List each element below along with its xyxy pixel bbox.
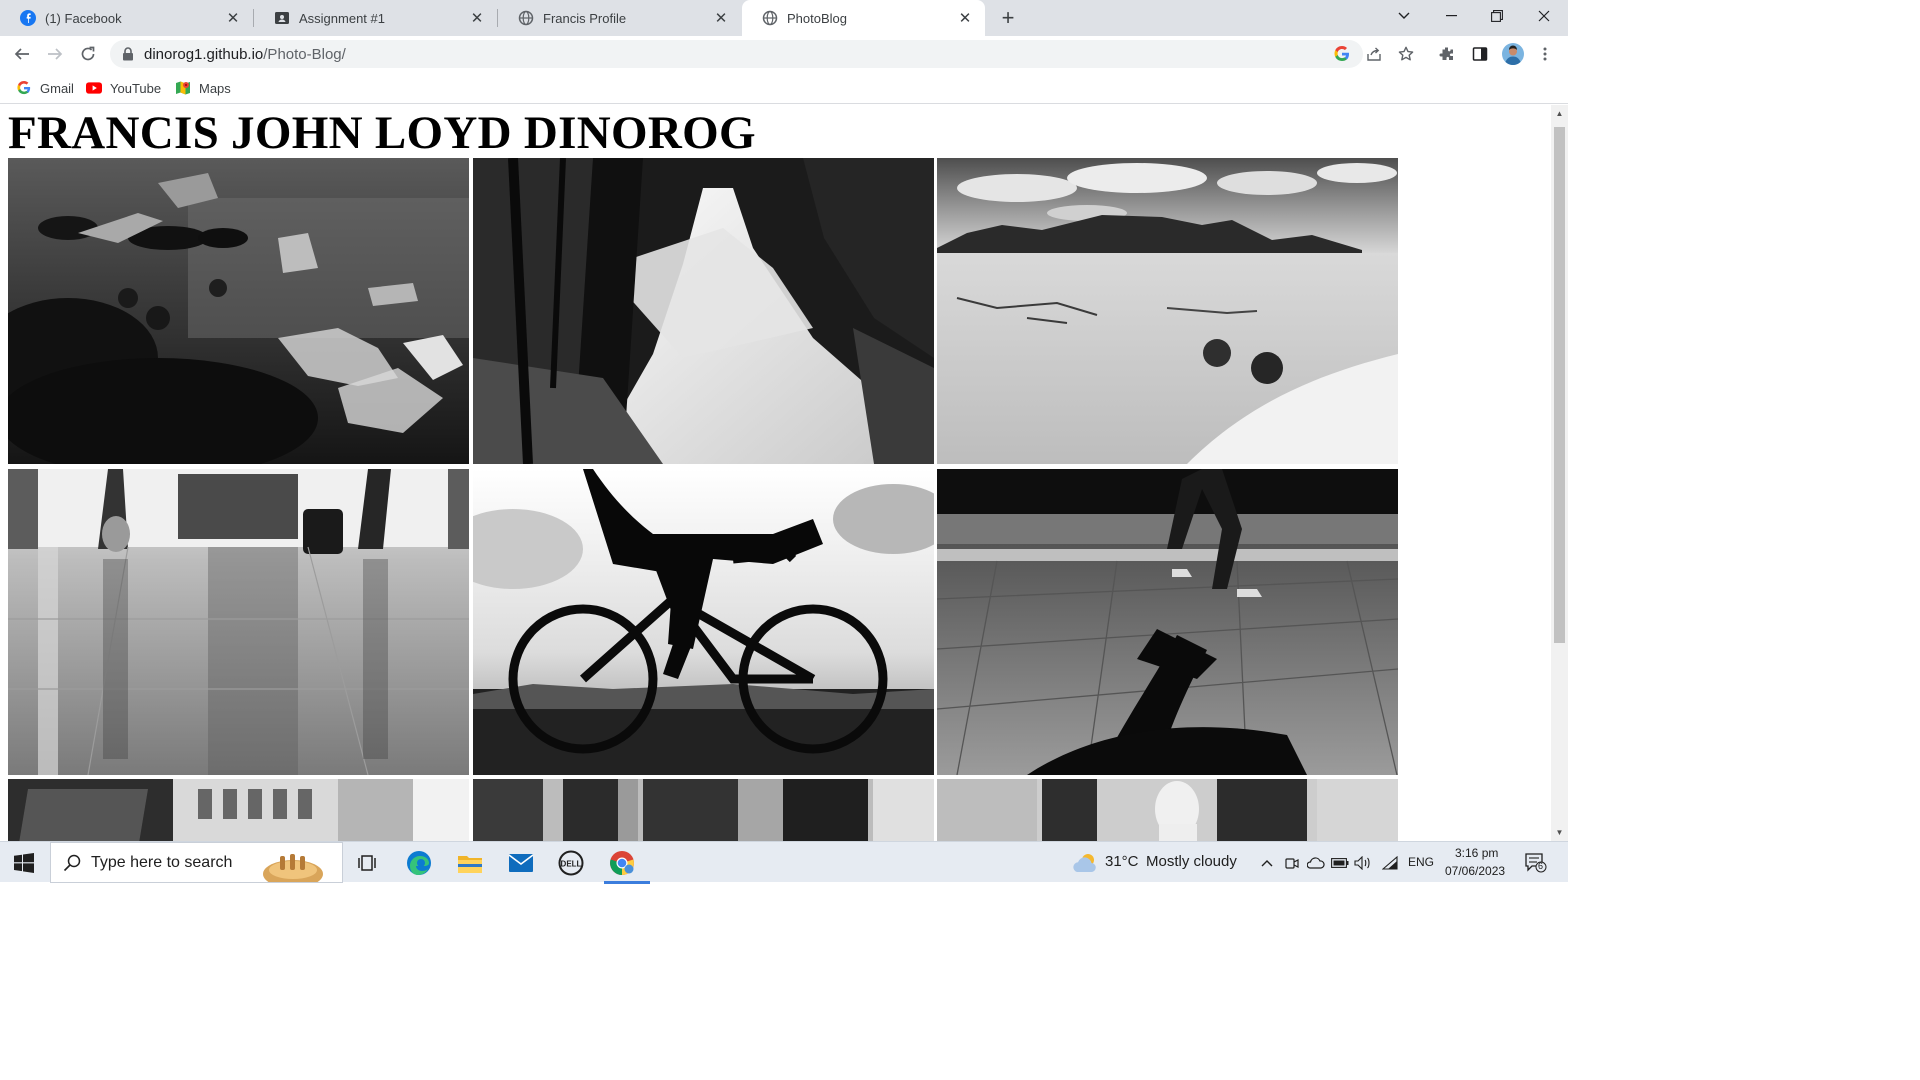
onedrive-sync-icon[interactable] <box>1307 854 1325 872</box>
search-icon <box>62 853 82 873</box>
notification-icon[interactable]: 6 <box>1524 852 1548 874</box>
search-highlight-image <box>258 846 338 888</box>
tab-title: (1) Facebook <box>45 10 122 26</box>
browser-toolbar: dinorog1.github.io/Photo-Blog/ <box>0 36 1568 72</box>
close-window-button[interactable] <box>1521 0 1567 32</box>
minimize-button[interactable] <box>1428 0 1474 32</box>
facebook-icon <box>20 10 36 26</box>
weather-temperature[interactable]: 31°C <box>1105 853 1139 870</box>
globe-icon <box>518 10 534 26</box>
tab-facebook[interactable]: (1) Facebook ✕ <box>0 0 253 36</box>
mail-icon[interactable] <box>501 846 541 880</box>
extensions-icon[interactable] <box>1437 44 1457 64</box>
photo-cyclist-silhouette[interactable] <box>473 469 934 775</box>
share-icon[interactable] <box>1366 46 1382 62</box>
profile-avatar[interactable] <box>1502 43 1524 65</box>
wifi-icon[interactable] <box>1381 854 1399 872</box>
photo-facade-pedestrian[interactable] <box>937 779 1398 841</box>
clock-time[interactable]: 3:16 pm <box>1455 846 1498 860</box>
close-icon[interactable]: ✕ <box>713 10 729 27</box>
google-icon <box>16 80 32 96</box>
close-icon[interactable]: ✕ <box>957 10 973 27</box>
photo-storefront-doors[interactable] <box>473 779 934 841</box>
scroll-down-arrow-icon[interactable]: ▼ <box>1551 824 1568 841</box>
side-panel-icon[interactable] <box>1470 44 1490 64</box>
bookmarks-bar: Gmail YouTube Maps <box>0 72 1568 104</box>
reload-button[interactable] <box>74 40 102 68</box>
notification-count: 6 <box>1538 861 1544 871</box>
address-bar[interactable]: dinorog1.github.io/Photo-Blog/ <box>110 40 1414 68</box>
bookmark-label: Gmail <box>40 80 74 96</box>
bookmark-label: YouTube <box>110 80 162 96</box>
google-icon[interactable] <box>1334 46 1350 62</box>
close-icon[interactable]: ✕ <box>225 10 241 27</box>
page-viewport: FRANCIS JOHN LOYD DINOROG <box>0 105 1551 841</box>
tab-title: Assignment #1 <box>299 10 385 26</box>
file-explorer-icon[interactable] <box>450 846 490 880</box>
new-tab-button[interactable]: + <box>994 4 1022 32</box>
tab-assignment[interactable]: Assignment #1 ✕ <box>254 0 497 36</box>
page-scrollbar[interactable]: ▲ ▼ <box>1551 105 1568 841</box>
globe-icon <box>762 10 778 26</box>
photo-forest-waterfall[interactable] <box>473 158 934 464</box>
taskbar-search[interactable]: Type here to search <box>50 842 343 888</box>
bookmark-youtube[interactable]: YouTube <box>86 78 161 98</box>
edge-icon[interactable] <box>399 846 439 880</box>
bookmark-maps[interactable]: Maps <box>175 78 231 98</box>
scroll-thumb[interactable] <box>1554 127 1565 643</box>
restore-button[interactable] <box>1474 0 1520 32</box>
meet-now-icon[interactable] <box>1283 854 1301 872</box>
search-placeholder: Type here to search <box>91 853 233 871</box>
scroll-up-arrow-icon[interactable]: ▲ <box>1551 105 1568 122</box>
weather-condition[interactable]: Mostly cloudy <box>1146 853 1237 870</box>
photo-street-building-left[interactable] <box>8 779 469 841</box>
battery-icon[interactable] <box>1331 854 1349 872</box>
tab-strip: (1) Facebook ✕ Assignment #1 ✕ Francis P… <box>0 0 1568 36</box>
close-icon[interactable]: ✕ <box>469 10 485 27</box>
photo-ice-on-black-beach[interactable] <box>8 158 469 464</box>
tab-title: Francis Profile <box>543 10 627 26</box>
task-view-icon[interactable] <box>347 846 387 880</box>
menu-icon[interactable] <box>1535 44 1555 64</box>
weather-cloudy-icon[interactable] <box>1073 852 1099 874</box>
classroom-icon <box>274 10 290 26</box>
windows-start-icon[interactable] <box>14 853 34 873</box>
bookmark-label: Maps <box>199 80 231 96</box>
bookmark-gmail[interactable]: Gmail <box>16 78 74 98</box>
chevron-up-icon[interactable] <box>1258 854 1276 872</box>
youtube-icon <box>86 80 102 96</box>
tab-search-icon[interactable] <box>1381 0 1427 32</box>
lock-icon[interactable] <box>122 47 134 61</box>
forward-button[interactable] <box>41 40 69 68</box>
url-host: dinorog1.github.io <box>144 46 264 63</box>
photo-desert-dunes-mountains[interactable] <box>937 158 1398 464</box>
chrome-icon[interactable] <box>602 846 650 884</box>
speaker-icon[interactable] <box>1354 854 1372 872</box>
url-text[interactable]: dinorog1.github.io/Photo-Blog/ <box>144 46 346 63</box>
photo-airport-travelers-reflection[interactable] <box>8 469 469 775</box>
dell-icon[interactable]: DELL <box>551 846 591 880</box>
maps-icon <box>175 80 191 96</box>
photo-walker-shadow-pavement[interactable] <box>937 469 1398 775</box>
tab-photoblog[interactable]: PhotoBlog ✕ <box>742 0 985 36</box>
windows-taskbar: Type here to search DELL 31°C Mostly clo… <box>0 841 1568 888</box>
tab-title: PhotoBlog <box>787 10 847 26</box>
url-path: /Photo-Blog/ <box>263 46 346 63</box>
clock-date[interactable]: 07/06/2023 <box>1445 864 1505 878</box>
language-indicator[interactable]: ENG <box>1408 855 1434 869</box>
page-title: FRANCIS JOHN LOYD DINOROG <box>8 107 756 159</box>
bookmark-star-icon[interactable] <box>1398 46 1414 62</box>
svg-text:DELL: DELL <box>561 860 582 869</box>
tab-francis-profile[interactable]: Francis Profile ✕ <box>498 0 741 36</box>
back-button[interactable] <box>8 40 36 68</box>
